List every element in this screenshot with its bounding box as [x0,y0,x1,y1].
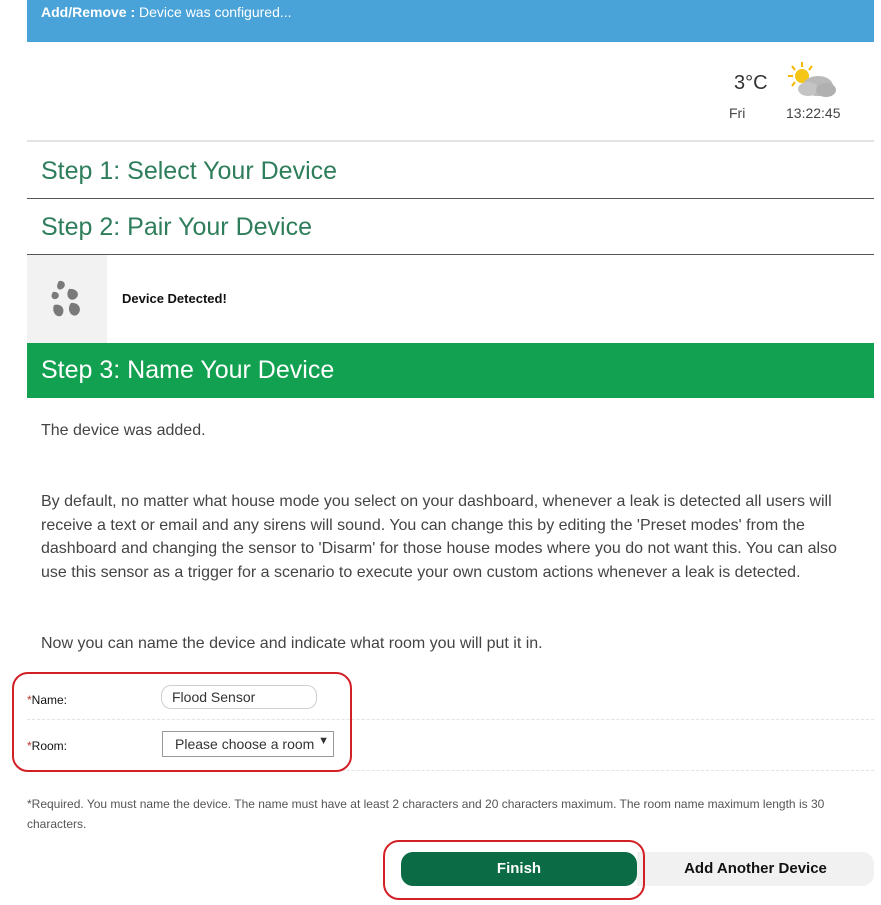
notification-bar: Add/Remove : Device was configured... [27,0,874,42]
description-text: By default, no matter what house mode yo… [41,493,837,581]
device-name-input[interactable] [161,685,317,709]
step-2-header[interactable]: Step 2: Pair Your Device [27,200,874,254]
room-label: *Room: [27,739,68,753]
device-detected-row: Device Detected! [27,255,874,343]
weather-widget: 3°C Fri 13:22:45 [714,60,841,130]
divider [27,198,874,199]
step-3-header: Step 3: Name Your Device [27,343,874,398]
finish-button[interactable]: Finish [401,852,637,886]
device-detected-text: Device Detected! [122,291,227,306]
instruction-text: Now you can name the device and indicate… [41,635,543,652]
device-icon-box [27,255,107,343]
step-1-title: Step 1: Select Your Device [41,157,338,185]
step-2-title: Step 2: Pair Your Device [41,213,312,241]
notification-prefix: Add/Remove : [41,4,136,20]
partly-cloudy-icon [788,62,836,97]
room-select-value: Please choose a room [175,736,315,752]
divider [27,140,874,142]
notification-message: Device was configured... [135,4,292,20]
step-3-title: Step 3: Name Your Device [41,356,335,384]
required-note: *Required. You must name the device. The… [27,797,825,831]
weather-time: 13:22:45 [786,105,841,121]
flood-sensor-icon [51,280,80,317]
row-divider [27,770,874,771]
row-divider [27,719,874,720]
device-added-text: The device was added. [41,422,206,439]
step-1-header[interactable]: Step 1: Select Your Device [27,144,874,198]
page: Add/Remove : Device was configured... 3°… [27,0,874,905]
weather-day: Fri [729,105,746,121]
name-label: *Name: [27,693,68,707]
weather-temperature: 3°C [734,72,768,94]
chevron-down-icon: ▼ [318,735,329,747]
add-another-device-button[interactable]: Add Another Device [637,852,874,886]
room-select[interactable]: Please choose a room ▼ [162,731,334,757]
